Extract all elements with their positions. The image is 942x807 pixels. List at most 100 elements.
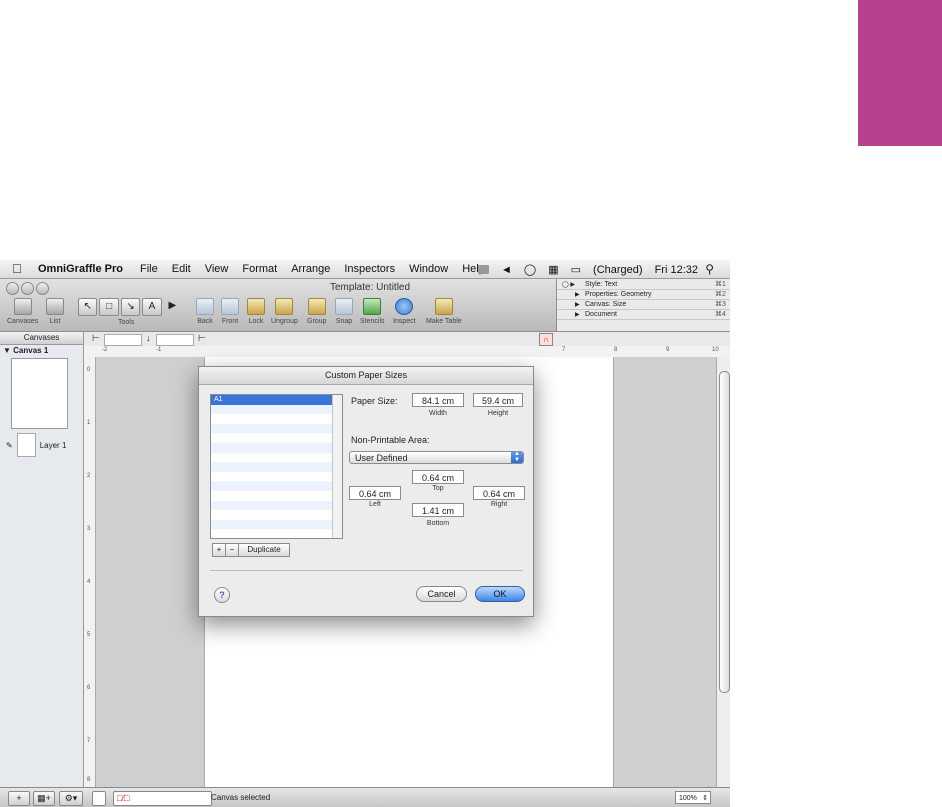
bring-front-icon [221,298,239,315]
menu-format[interactable]: Format [235,263,284,275]
canvas-item[interactable]: ▼ Canvas 1 [3,346,48,355]
inspect-button[interactable]: Inspect [393,298,416,325]
ruler-tick: 1 [87,420,91,426]
grid-status-icon[interactable] [478,265,490,274]
inspector-document-row[interactable]: ▶ Document ⌘4 [557,309,730,320]
ruler-tick: -2 [102,347,108,353]
minimize-window-button[interactable] [21,282,34,295]
volume-icon[interactable]: ◄ [501,264,512,276]
left-margin-field[interactable]: 0.64 cm [349,486,401,500]
fill-swatch[interactable] [92,791,106,806]
shape-tool[interactable]: □ [99,298,119,316]
ruler-tick: 5 [87,632,91,638]
text-tool[interactable]: A [142,298,162,316]
table-icon [434,298,453,315]
group-icon [307,298,326,315]
ruler-tick: 0 [87,367,91,373]
expand-tools-icon[interactable]: ▶ [164,298,181,314]
close-window-button[interactable] [6,282,19,295]
stencils-button[interactable]: Stencils [360,298,385,325]
non-printable-select[interactable]: User Defined ▲ ▼ [349,451,524,464]
top-margin-label: Top [432,485,444,492]
snap-button[interactable]: Snap [335,298,353,325]
stepper-icon: ⇕ [702,795,708,802]
ruler-tick: 6 [87,685,91,691]
apple-menu-icon[interactable]:  [12,261,22,276]
width-field[interactable]: 84.1 cm [412,393,464,407]
sidebar-header: Canvases [0,332,83,345]
lock-button[interactable]: Lock [247,298,265,325]
menu-arrange[interactable]: Arrange [284,263,337,275]
ruler-tick: 10 [712,347,719,353]
zoom-select[interactable]: 100% ⇕ [675,791,711,804]
ungroup-icon [275,298,294,315]
list-row-empty [211,453,342,463]
menu-window[interactable]: Window [402,263,455,275]
line-tool[interactable]: ↘ [120,298,141,316]
select-arrows-icon: ▲ ▼ [511,451,523,463]
height-field[interactable]: 59.4 cm [473,393,523,407]
vertical-scrollbar[interactable] [716,357,730,787]
ruler-origin-icon[interactable]: ⊢ [92,333,100,344]
ruler-down-icon[interactable]: ↓ [146,333,151,343]
menu-view[interactable]: View [198,263,236,275]
top-margin-field[interactable]: 0.64 cm [412,470,464,484]
canvases-toolbar-button[interactable]: Canvases [7,298,38,325]
disclosure-icon: ▶ [575,311,580,318]
paper-size-list[interactable]: A1 [210,394,343,539]
ruler-x-field[interactable] [104,334,142,346]
selection-tool[interactable]: ↖ [78,298,98,316]
action-menu-button[interactable]: ⚙▾ [59,791,83,806]
app-menu[interactable]: OmniGraffle Pro [38,263,123,275]
duplicate-button[interactable]: Duplicate [238,543,290,557]
add-size-button[interactable]: + [212,543,226,557]
list-toolbar-button[interactable]: List [46,298,64,325]
front-button[interactable]: Front [221,298,239,325]
list-item[interactable]: A1 [211,395,342,405]
list-row-empty [211,519,342,530]
cancel-button[interactable]: Cancel [416,586,467,602]
layer-thumbnail [16,433,36,457]
height-label: Height [487,410,509,417]
bottom-margin-field[interactable]: 1.41 cm [412,503,464,517]
layer-item[interactable]: ✎ Layer 1 [6,433,78,457]
group-button[interactable]: Group [307,298,326,325]
ruler-y-field[interactable] [156,334,194,346]
non-printable-label: Non-Printable Area: [351,435,430,445]
menu-extras: ◄ ◯ ▦ ▭ (Charged) Fri 12:32 [478,263,698,276]
right-margin-field[interactable]: 0.64 cm [473,486,525,500]
remove-size-button[interactable]: − [225,543,239,557]
disclosure-icon: ▶ [575,301,580,308]
list-row-empty [211,510,342,520]
time-machine-icon[interactable]: ◯ [524,263,536,276]
menu-edit[interactable]: Edit [165,263,198,275]
clock[interactable]: Fri 12:32 [655,264,698,276]
help-button[interactable]: ? [214,587,230,603]
magnet-icon[interactable]: ∩ [539,333,553,346]
ruler-tick: 9 [666,347,670,353]
ruler-tab-icon[interactable]: ⊢ [198,333,206,344]
ungroup-button[interactable]: Ungroup [271,298,298,325]
battery-status[interactable]: (Charged) [593,264,643,276]
list-scrollbar[interactable] [332,395,342,538]
window-title: Template: Untitled [330,282,411,293]
spotlight-search-icon[interactable]: ⚲ [705,262,714,276]
canvas-thumbnail[interactable] [11,358,68,429]
input-menu-icon[interactable]: ▦ [548,263,558,276]
zoom-window-button[interactable] [36,282,49,295]
menu-file[interactable]: File [133,263,165,275]
stroke-swatch[interactable]: □∕□ [113,791,212,806]
disclosure-triangle-icon[interactable]: ▼ [3,346,11,355]
scroll-thumb[interactable] [719,371,730,693]
back-button[interactable]: Back [196,298,214,325]
add-layer-button[interactable]: ▦+ [33,791,55,806]
battery-icon[interactable]: ▭ [571,263,581,276]
list-row-empty [211,491,342,501]
make-table-button[interactable]: Make Table [426,298,462,325]
pencil-icon[interactable]: ✎ [6,441,13,450]
add-canvas-button[interactable]: + [8,791,30,806]
status-text: Canvas selected [211,793,271,802]
ok-button[interactable]: OK [475,586,525,602]
menu-inspectors[interactable]: Inspectors [337,263,402,275]
send-back-icon [196,298,214,315]
